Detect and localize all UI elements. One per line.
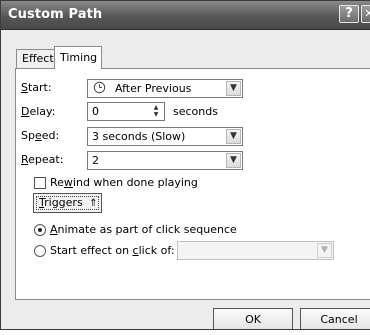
animate-radio[interactable] <box>34 224 46 236</box>
repeat-label: Repeat: <box>21 153 64 166</box>
delay-value: 0 <box>92 105 99 118</box>
help-button[interactable]: ? <box>339 5 359 23</box>
chevron-down-icon[interactable]: ▼ <box>226 153 241 168</box>
chevron-down-icon[interactable]: ▼ <box>226 129 241 144</box>
close-button[interactable]: ✕ <box>361 5 370 23</box>
start-label: Start: <box>21 81 52 94</box>
rewind-checkbox[interactable] <box>34 177 46 189</box>
start-on-click-radio[interactable] <box>34 245 46 257</box>
repeat-value: 2 <box>92 154 99 167</box>
repeat-dropdown[interactable]: 2 ▼ <box>87 151 243 170</box>
tab-effect[interactable]: Effect <box>16 49 56 68</box>
title-bar: Custom Path ? ✕ <box>1 1 370 30</box>
speed-value: 3 seconds (Slow) <box>92 130 186 143</box>
spin-arrows-icon[interactable]: ▲ ▼ <box>149 104 163 119</box>
chevron-down-icon[interactable]: ▼ <box>226 81 241 96</box>
triggers-label: Triggers <box>39 196 83 209</box>
animate-option-label: Animate as part of click sequence <box>50 223 237 236</box>
dialog-title: Custom Path <box>8 7 103 22</box>
triggers-button[interactable]: Triggers ⇑ <box>33 193 102 213</box>
delay-label: Delay: <box>21 105 56 118</box>
start-value: After Previous <box>115 82 192 95</box>
click-target-dropdown[interactable]: ▼ <box>177 241 334 260</box>
ok-button[interactable]: OK <box>213 308 293 329</box>
tab-timing[interactable]: Timing <box>54 46 102 69</box>
speed-dropdown[interactable]: 3 seconds (Slow) ▼ <box>87 127 243 146</box>
cancel-button[interactable]: Cancel <box>300 308 370 329</box>
close-icon: ✕ <box>364 7 370 20</box>
speed-label: Speed: <box>21 129 60 142</box>
start-on-click-label: Start effect on click of: <box>50 244 175 257</box>
double-chevron-up-icon: ⇑ <box>89 198 98 209</box>
chevron-down-icon[interactable]: ▼ <box>317 243 332 258</box>
start-dropdown[interactable]: After Previous ▼ <box>87 79 243 98</box>
delay-units: seconds <box>173 105 218 118</box>
clock-icon <box>93 81 106 97</box>
delay-spinner[interactable]: 0 ▲ ▼ <box>87 102 165 121</box>
rewind-label: Rewind when done playing <box>50 176 198 189</box>
custom-path-dialog: Custom Path ? ✕ Effect Timing Start: Aft… <box>0 0 370 330</box>
